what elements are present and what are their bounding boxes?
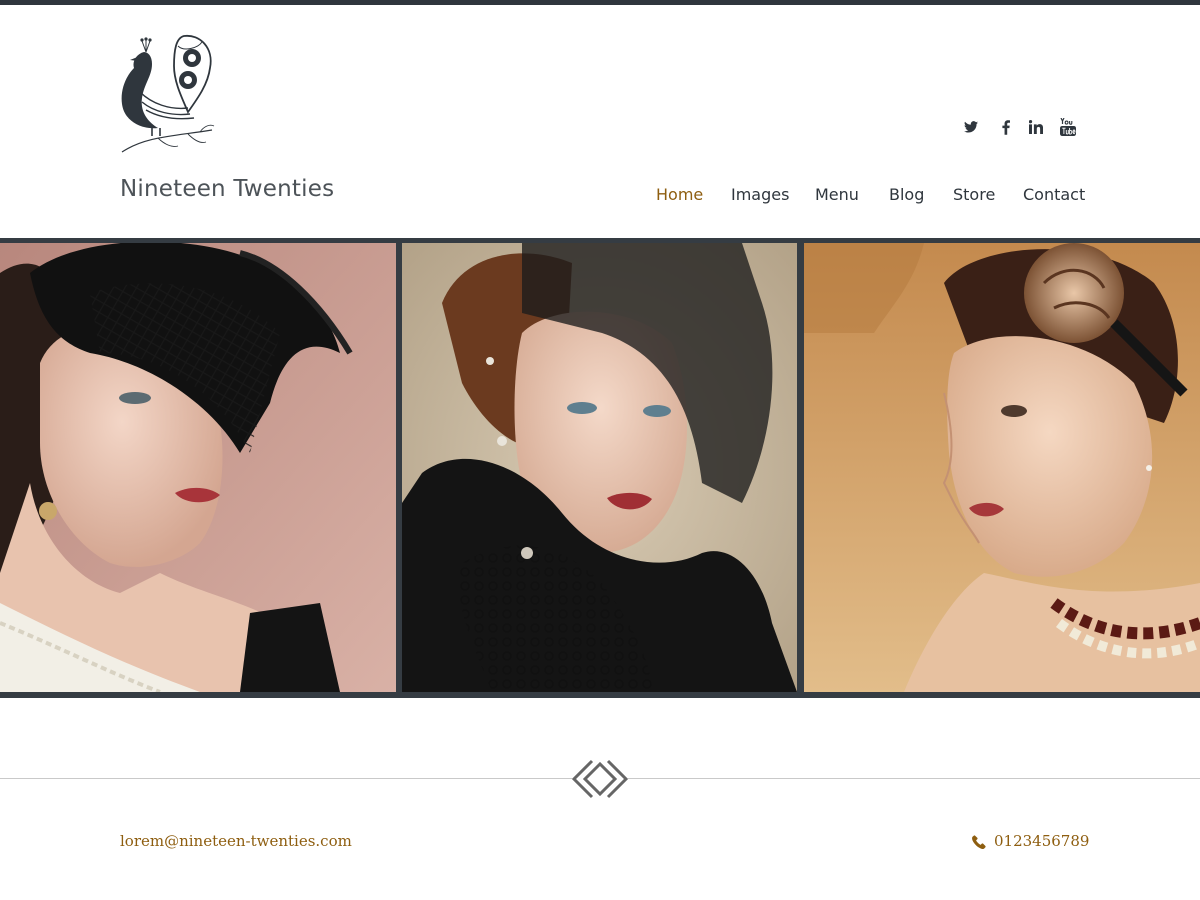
gallery-photo-3[interactable]: [804, 243, 1200, 692]
nav-contact[interactable]: Contact: [1023, 185, 1085, 209]
diamond-icon: [571, 758, 629, 800]
site-title[interactable]: Nineteen Twenties: [120, 176, 334, 202]
nav-menu[interactable]: Menu: [815, 185, 859, 209]
nav-store[interactable]: Store: [953, 185, 995, 209]
nav-images[interactable]: Images: [731, 185, 789, 209]
top-accent-bar: [0, 0, 1200, 5]
twitter-icon[interactable]: [962, 117, 980, 137]
gallery-photo-2[interactable]: [402, 243, 797, 692]
photo-gallery: [0, 238, 1200, 698]
linkedin-icon[interactable]: [1026, 117, 1046, 137]
nav-blog[interactable]: Blog: [889, 185, 924, 209]
peacock-logo-icon[interactable]: [118, 32, 218, 158]
contact-phone-link[interactable]: 0123456789: [994, 832, 1089, 850]
gallery-photo-1[interactable]: [0, 243, 396, 692]
contact-email-link[interactable]: lorem@nineteen-twenties.com: [120, 832, 352, 850]
youtube-icon[interactable]: [1058, 117, 1078, 137]
facebook-icon[interactable]: [997, 117, 1015, 137]
phone-icon: [972, 834, 986, 850]
nav-home[interactable]: Home: [656, 185, 703, 209]
